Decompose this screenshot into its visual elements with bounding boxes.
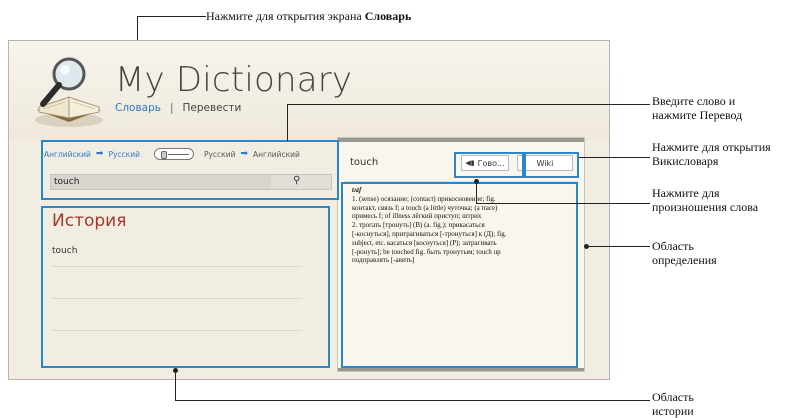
callout-line: [287, 104, 644, 105]
callout-box-definition: [341, 182, 578, 368]
nav-separator: |: [169, 102, 174, 114]
callout-wiki-line2: Викисловаря: [652, 154, 719, 168]
nav-dictionary[interactable]: Словарь: [115, 102, 161, 114]
callout-line: [175, 400, 650, 401]
callout-box-wiki: [524, 152, 579, 178]
callout-dictionary-bold: Словарь: [364, 9, 412, 23]
callout-history-label: Область истории: [652, 390, 694, 418]
callout-line: [476, 181, 477, 203]
callout-definition-label: Область определения: [652, 239, 717, 267]
callout-line: [644, 104, 650, 105]
callout-definition-line2: определения: [652, 253, 717, 267]
app-title: My Dictionary: [115, 60, 353, 100]
callout-line: [137, 16, 206, 17]
callout-pronounce-label: Нажмите для произношения слова: [652, 186, 758, 214]
callout-line: [476, 203, 650, 204]
callout-box-search: [41, 140, 339, 200]
callout-dictionary-label: Нажмите для открытия экрана Словарь: [206, 9, 411, 23]
callout-dictionary-text: Нажмите для открытия экрана: [206, 9, 365, 23]
title-bar: My Dictionary Словарь | Перевести: [9, 41, 609, 141]
callout-search-line1: Введите слово и: [652, 94, 736, 108]
callout-box-pronounce: [454, 152, 524, 178]
callout-pronounce-line1: Нажмите для: [652, 186, 720, 200]
callout-line: [287, 104, 288, 141]
callout-line: [586, 246, 650, 247]
callout-search-label: Введите слово и нажмите Перевод: [652, 94, 742, 122]
callout-line: [175, 370, 176, 400]
nav-translate[interactable]: Перевести: [183, 102, 242, 114]
definition-word: touch: [350, 157, 379, 168]
callout-wiki-label: Нажмите для открытия Викисловаря: [652, 140, 771, 168]
dictionary-book-icon: [35, 57, 103, 127]
callout-pronounce-line2: произношения слова: [652, 200, 759, 214]
callout-history-line2: истории: [652, 404, 694, 418]
callout-search-line2: нажмите Перевод: [652, 108, 743, 122]
callout-definition-line1: Область: [652, 239, 694, 253]
callout-box-history: [41, 206, 330, 368]
callout-line: [579, 157, 650, 158]
nav-bar: Словарь | Перевести: [115, 102, 241, 114]
callout-history-line1: Область: [652, 390, 694, 404]
callout-wiki-line1: Нажмите для открытия: [652, 140, 771, 154]
